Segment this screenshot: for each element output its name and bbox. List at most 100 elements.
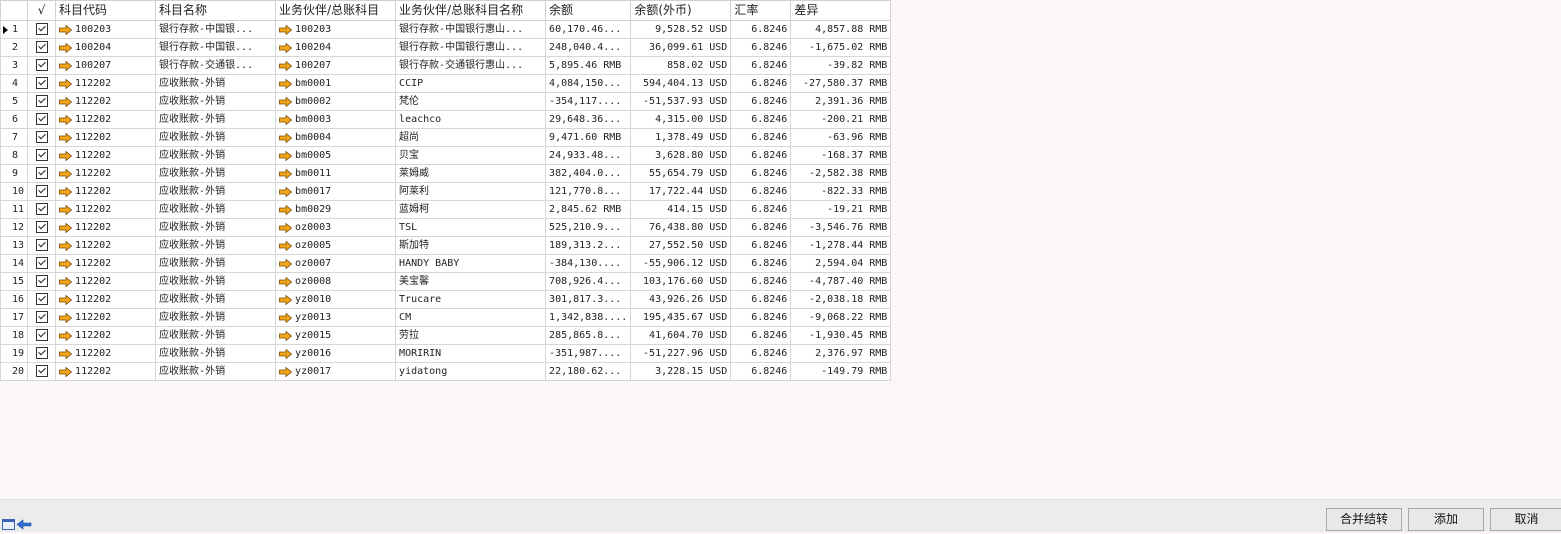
partner-name-cell[interactable]: HANDY BABY — [395, 254, 547, 273]
arrow-right-icon[interactable] — [279, 366, 293, 378]
diff-cell[interactable]: -39.82 RMB — [790, 56, 892, 75]
row-checkbox[interactable] — [27, 128, 57, 147]
balance-cell[interactable]: 22,180.62... — [545, 362, 632, 381]
subject-code-cell[interactable]: 112202 — [55, 218, 157, 237]
arrow-right-icon[interactable] — [59, 276, 73, 288]
balance-cell[interactable]: -384,130.... — [545, 254, 632, 273]
arrow-right-icon[interactable] — [59, 312, 73, 324]
arrow-right-icon[interactable] — [59, 78, 73, 90]
table-row[interactable]: 15 112202 应收账款-外销 oz0008 美宝馨 708,926.4... 103,… — [0, 272, 892, 291]
row-number[interactable]: 9 — [0, 164, 29, 183]
table-row[interactable]: 9 112202 应收账款-外销 bm0011 莱姆威 382,404.0... 55,65… — [0, 164, 892, 183]
checkbox-checked-icon[interactable] — [35, 203, 48, 215]
subject-code-cell[interactable]: 112202 — [55, 164, 157, 183]
row-number[interactable]: 17 — [0, 308, 29, 327]
arrow-right-icon[interactable] — [279, 258, 293, 270]
balance-cell[interactable]: 121,770.8... — [545, 182, 632, 201]
subject-code-cell[interactable]: 112202 — [55, 308, 157, 327]
cancel-button[interactable]: 取消 — [1490, 508, 1561, 531]
subject-code-cell[interactable]: 112202 — [55, 146, 157, 165]
table-row[interactable]: 20 112202 应收账款-外销 yz0017 yidatong 22,180.62..… — [0, 362, 892, 381]
table-row[interactable]: 8 112202 应收账款-外销 bm0005 贝宝 24,933.48... 3,628.… — [0, 146, 892, 165]
merge-transfer-button[interactable]: 合并结转 — [1326, 508, 1402, 531]
diff-cell[interactable]: -822.33 RMB — [790, 182, 892, 201]
checkbox-checked-icon[interactable] — [35, 257, 48, 269]
row-number[interactable]: 3 — [0, 56, 29, 75]
balance-cell[interactable]: 248,040.4... — [545, 38, 632, 57]
row-checkbox[interactable] — [27, 92, 57, 111]
balance-cell[interactable]: 60,170.46... — [545, 20, 632, 39]
balance-fx-cell[interactable]: 3,228.15 USD — [630, 362, 732, 381]
arrow-right-icon[interactable] — [59, 330, 73, 342]
diff-cell[interactable]: -1,930.45 RMB — [790, 326, 892, 345]
arrow-right-icon[interactable] — [279, 78, 293, 90]
row-number[interactable]: 5 — [0, 92, 29, 111]
checkbox-checked-icon[interactable] — [35, 23, 48, 35]
partner-code-cell[interactable]: bm0002 — [275, 92, 397, 111]
balance-fx-cell[interactable]: 1,378.49 USD — [630, 128, 732, 147]
checkbox-checked-icon[interactable] — [35, 149, 48, 161]
partner-code-cell[interactable]: yz0010 — [275, 290, 397, 309]
subject-name-cell[interactable]: 应收账款-外销 — [155, 74, 277, 93]
partner-name-cell[interactable]: 阿莱利 — [395, 182, 547, 201]
rate-cell[interactable]: 6.8246 — [730, 290, 792, 309]
rate-cell[interactable]: 6.8246 — [730, 164, 792, 183]
subject-code-cell[interactable]: 112202 — [55, 110, 157, 129]
partner-code-cell[interactable]: bm0029 — [275, 200, 397, 219]
arrow-right-icon[interactable] — [279, 294, 293, 306]
balance-fx-cell[interactable]: 858.02 USD — [630, 56, 732, 75]
row-number[interactable]: 4 — [0, 74, 29, 93]
partner-code-cell[interactable]: oz0008 — [275, 272, 397, 291]
back-window-icon[interactable] — [2, 518, 32, 534]
row-checkbox[interactable] — [27, 236, 57, 255]
rate-cell[interactable]: 6.8246 — [730, 92, 792, 111]
subject-code-cell[interactable]: 112202 — [55, 272, 157, 291]
partner-code-cell[interactable]: bm0003 — [275, 110, 397, 129]
diff-cell[interactable]: -19.21 RMB — [790, 200, 892, 219]
header-subject-code[interactable]: 科目代码 — [55, 0, 157, 21]
partner-code-cell[interactable]: oz0007 — [275, 254, 397, 273]
table-row[interactable]: 17 112202 应收账款-外销 yz0013 CM 1,342,838.... 195,… — [0, 308, 892, 327]
arrow-right-icon[interactable] — [279, 132, 293, 144]
rate-cell[interactable]: 6.8246 — [730, 236, 792, 255]
arrow-right-icon[interactable] — [59, 24, 73, 36]
table-row[interactable]: 6 112202 应收账款-外销 bm0003 leachco 29,648.36... 4… — [0, 110, 892, 129]
subject-name-cell[interactable]: 银行存款-中国银... — [155, 20, 277, 39]
arrow-right-icon[interactable] — [59, 168, 73, 180]
balance-fx-cell[interactable]: 41,604.70 USD — [630, 326, 732, 345]
table-row[interactable]: 13 112202 应收账款-外销 oz0005 斯加特 189,313.2... 27,5… — [0, 236, 892, 255]
row-number[interactable]: 7 — [0, 128, 29, 147]
row-number[interactable]: 6 — [0, 110, 29, 129]
partner-name-cell[interactable]: 银行存款-交通银行惠山... — [395, 56, 547, 75]
table-row[interactable]: 18 112202 应收账款-外销 yz0015 劳拉 285,865.8... 41,60… — [0, 326, 892, 345]
row-checkbox[interactable] — [27, 218, 57, 237]
row-checkbox[interactable] — [27, 272, 57, 291]
balance-fx-cell[interactable]: 43,926.26 USD — [630, 290, 732, 309]
checkbox-checked-icon[interactable] — [35, 311, 48, 323]
balance-fx-cell[interactable]: 4,315.00 USD — [630, 110, 732, 129]
rate-cell[interactable]: 6.8246 — [730, 110, 792, 129]
diff-cell[interactable]: 4,857.88 RMB — [790, 20, 892, 39]
subject-code-cell[interactable]: 112202 — [55, 254, 157, 273]
arrow-right-icon[interactable] — [279, 60, 293, 72]
subject-name-cell[interactable]: 应收账款-外销 — [155, 182, 277, 201]
balance-cell[interactable]: 301,817.3... — [545, 290, 632, 309]
partner-name-cell[interactable]: 银行存款-中国银行惠山... — [395, 20, 547, 39]
row-checkbox[interactable] — [27, 56, 57, 75]
diff-cell[interactable]: -1,278.44 RMB — [790, 236, 892, 255]
header-balance[interactable]: 余额 — [545, 0, 632, 21]
rate-cell[interactable]: 6.8246 — [730, 362, 792, 381]
subject-code-cell[interactable]: 100204 — [55, 38, 157, 57]
partner-name-cell[interactable]: 斯加特 — [395, 236, 547, 255]
partner-code-cell[interactable]: bm0017 — [275, 182, 397, 201]
subject-code-cell[interactable]: 112202 — [55, 200, 157, 219]
checkbox-checked-icon[interactable] — [35, 95, 48, 107]
partner-name-cell[interactable]: 美宝馨 — [395, 272, 547, 291]
arrow-right-icon[interactable] — [59, 96, 73, 108]
diff-cell[interactable]: -200.21 RMB — [790, 110, 892, 129]
table-row[interactable]: 4 112202 应收账款-外销 bm0001 CCIP 4,084,150... 594,… — [0, 74, 892, 93]
table-row[interactable]: 19 112202 应收账款-外销 yz0016 MORIRIN -351,987....… — [0, 344, 892, 363]
subject-name-cell[interactable]: 应收账款-外销 — [155, 128, 277, 147]
header-diff[interactable]: 差异 — [790, 0, 892, 21]
row-checkbox[interactable] — [27, 110, 57, 129]
